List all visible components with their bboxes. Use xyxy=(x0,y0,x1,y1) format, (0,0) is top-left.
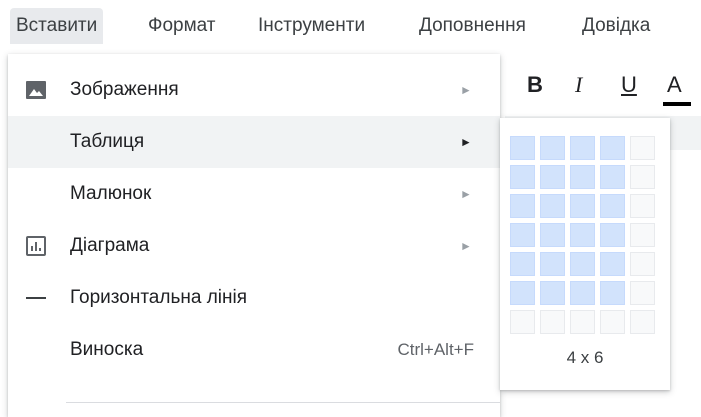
underline-button[interactable]: U xyxy=(621,72,637,98)
table-grid-cell[interactable] xyxy=(570,165,595,189)
table-grid-cell[interactable] xyxy=(510,281,535,305)
italic-button[interactable]: I xyxy=(575,72,582,98)
table-grid-cell[interactable] xyxy=(600,194,625,218)
text-color-indicator xyxy=(663,102,691,106)
table-grid-cell[interactable] xyxy=(510,310,535,334)
menu-item-footnote[interactable]: Виноска Ctrl+Alt+F xyxy=(8,324,500,376)
table-grid-cell[interactable] xyxy=(510,194,535,218)
table-grid-cell[interactable] xyxy=(630,252,655,276)
menu-item-label: Горизонтальна лінія xyxy=(70,287,248,308)
menu-tools[interactable]: Інструменти xyxy=(252,8,371,44)
menu-item-label: Виноска xyxy=(70,339,144,360)
submenu-arrow-icon: ► xyxy=(460,83,472,97)
table-grid-cell[interactable] xyxy=(630,136,655,160)
table-grid-cell[interactable] xyxy=(540,281,565,305)
table-size-picker: 4 x 6 xyxy=(500,118,670,390)
menu-item-label: Діаграма xyxy=(70,235,150,256)
menu-format[interactable]: Формат xyxy=(142,8,222,44)
image-icon xyxy=(24,78,48,102)
table-grid-cell[interactable] xyxy=(510,136,535,160)
table-grid-cell[interactable] xyxy=(600,223,625,247)
table-grid-cell[interactable] xyxy=(540,223,565,247)
table-grid-cell[interactable] xyxy=(630,310,655,334)
table-grid-cell[interactable] xyxy=(510,223,535,247)
menu-item-table[interactable]: Таблиця ► xyxy=(8,116,500,168)
table-grid-cell[interactable] xyxy=(600,252,625,276)
table-grid-cell[interactable] xyxy=(510,252,535,276)
menu-divider xyxy=(66,402,500,403)
menubar: Вставити Формат Інструменти Доповнення Д… xyxy=(0,0,701,52)
submenu-arrow-icon: ► xyxy=(460,187,472,201)
menu-item-drawing[interactable]: Малюнок ► xyxy=(8,168,500,220)
menu-item-horizontal-line[interactable]: Горизонтальна лінія xyxy=(8,272,500,324)
table-grid-cell[interactable] xyxy=(570,136,595,160)
table-grid-cell[interactable] xyxy=(600,165,625,189)
bold-button[interactable]: B xyxy=(527,72,543,98)
table-grid-cell[interactable] xyxy=(540,252,565,276)
table-grid-cell[interactable] xyxy=(540,194,565,218)
table-grid-cell[interactable] xyxy=(600,281,625,305)
formatting-toolbar: B I U A xyxy=(505,56,701,116)
submenu-arrow-icon: ► xyxy=(460,239,472,253)
table-grid-cell[interactable] xyxy=(570,281,595,305)
menu-addons[interactable]: Доповнення xyxy=(413,8,532,44)
table-grid-cell[interactable] xyxy=(510,165,535,189)
table-grid-cell[interactable] xyxy=(570,310,595,334)
menu-item-image[interactable]: Зображення ► xyxy=(8,64,500,116)
table-size-label: 4 x 6 xyxy=(566,348,604,367)
menu-item-chart[interactable]: Діаграма ► xyxy=(8,220,500,272)
table-grid-cell[interactable] xyxy=(600,136,625,160)
menu-item-label: Таблиця xyxy=(70,131,145,152)
table-grid-cell[interactable] xyxy=(600,310,625,334)
table-grid-cell[interactable] xyxy=(630,223,655,247)
keyboard-shortcut: Ctrl+Alt+F xyxy=(397,340,474,359)
chart-icon xyxy=(24,234,48,258)
table-grid-cell[interactable] xyxy=(540,165,565,189)
submenu-arrow-icon: ► xyxy=(460,135,472,149)
table-grid-cell[interactable] xyxy=(570,223,595,247)
table-grid-cell[interactable] xyxy=(630,194,655,218)
table-grid-cell[interactable] xyxy=(540,310,565,334)
table-grid-cell[interactable] xyxy=(570,252,595,276)
insert-menu-dropdown: Зображення ► Таблиця ► Малюнок ► Діаграм… xyxy=(8,54,500,417)
table-grid-cell[interactable] xyxy=(630,281,655,305)
table-grid-cell[interactable] xyxy=(570,194,595,218)
menu-item-label: Малюнок xyxy=(70,183,152,204)
text-color-button[interactable]: A xyxy=(667,72,682,98)
menu-insert[interactable]: Вставити xyxy=(10,8,104,44)
menu-help[interactable]: Довідка xyxy=(576,8,656,44)
table-grid-cell[interactable] xyxy=(630,165,655,189)
menu-item-label: Зображення xyxy=(70,79,179,100)
table-grid-cell[interactable] xyxy=(540,136,565,160)
horizontal-line-icon xyxy=(24,286,48,310)
